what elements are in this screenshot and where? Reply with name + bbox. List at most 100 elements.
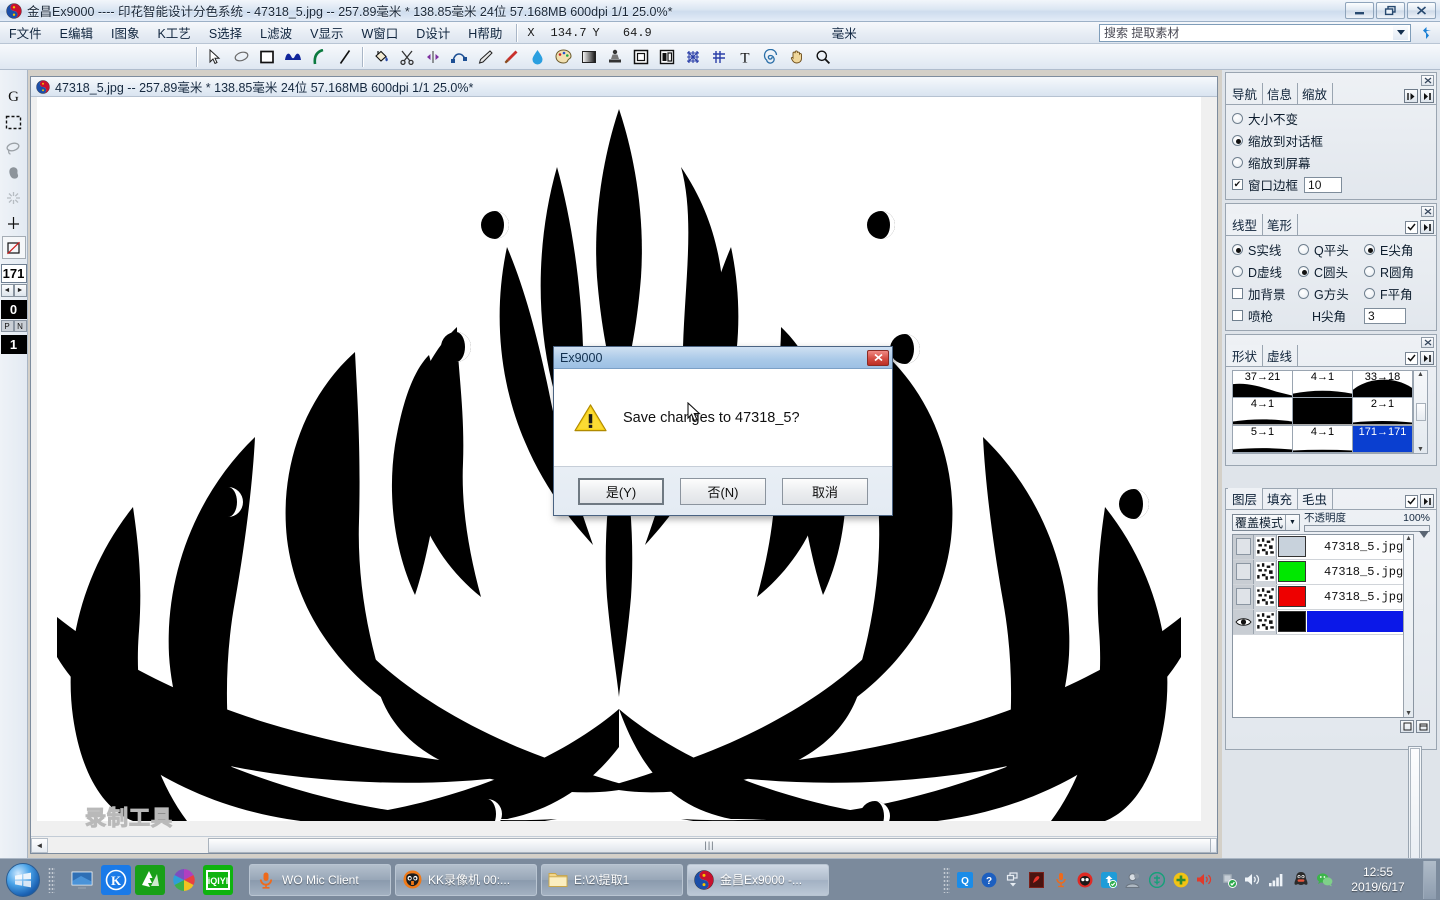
layer-visibility-toggle[interactable] bbox=[1233, 560, 1254, 584]
linetype-expand-icon[interactable] bbox=[1420, 220, 1434, 234]
eye-icon-off[interactable] bbox=[1236, 588, 1251, 605]
pen-icon[interactable] bbox=[473, 46, 497, 68]
pdf-icon[interactable] bbox=[1028, 871, 1045, 888]
radio-bevel-join[interactable] bbox=[1364, 288, 1375, 299]
tab-layers[interactable]: 图层 bbox=[1228, 488, 1263, 509]
search-combobox[interactable]: 搜索 提取素材 bbox=[1099, 24, 1411, 42]
tab-info[interactable]: 信息 bbox=[1263, 83, 1298, 104]
task-kk-recorder[interactable]: KK录像机 00:... bbox=[395, 864, 537, 896]
shape-cell[interactable]: 33→18 bbox=[1353, 371, 1413, 398]
table-row-selected[interactable] bbox=[1233, 610, 1403, 635]
mirror-icon[interactable] bbox=[421, 46, 445, 68]
menu-item-select[interactable]: S选择 bbox=[200, 21, 251, 44]
option-round-cap[interactable]: C圆头 bbox=[1298, 262, 1364, 281]
option-add-background[interactable]: 加背景 bbox=[1232, 284, 1298, 303]
kingsoft-icon[interactable]: K bbox=[101, 865, 131, 895]
marquee-icon[interactable] bbox=[2, 111, 26, 134]
security-icon[interactable] bbox=[1220, 871, 1237, 888]
shape-expand-icon[interactable] bbox=[1420, 351, 1434, 365]
layer-color-swatch[interactable] bbox=[1278, 561, 1306, 582]
checkbox-airbrush[interactable] bbox=[1232, 310, 1243, 321]
option-dashed-line[interactable]: D虚线 bbox=[1232, 262, 1298, 281]
layers-icon[interactable] bbox=[655, 46, 679, 68]
menu-item-design[interactable]: D设计 bbox=[407, 21, 459, 44]
option-square-cap[interactable]: G方头 bbox=[1298, 284, 1364, 303]
grid-icon[interactable] bbox=[707, 46, 731, 68]
menu-item-view[interactable]: V显示 bbox=[301, 21, 352, 44]
polygon-icon[interactable] bbox=[281, 46, 305, 68]
layer-thumbnail[interactable] bbox=[1254, 535, 1277, 559]
radio-round-join[interactable] bbox=[1364, 266, 1375, 277]
radio-fit-dialog[interactable] bbox=[1232, 135, 1243, 146]
hscroll-track[interactable]: ||| bbox=[48, 838, 1200, 853]
blend-mode-select[interactable]: 覆盖模式 ▼ bbox=[1232, 514, 1300, 531]
layer-name[interactable]: 47318_5.jpg bbox=[1306, 540, 1403, 554]
shape-cell[interactable]: 5→1 bbox=[1233, 426, 1293, 453]
layer-list-scrollbar[interactable]: ▲ ▼ bbox=[1403, 535, 1413, 717]
text-icon[interactable]: T bbox=[733, 46, 757, 68]
opacity-control[interactable]: 不透明度 100% bbox=[1304, 513, 1430, 532]
network-signal-icon[interactable] bbox=[1268, 871, 1285, 888]
zoom-icon[interactable] bbox=[811, 46, 835, 68]
shape-enable-checkbox[interactable] bbox=[1405, 352, 1418, 365]
palette-icon[interactable] bbox=[551, 46, 575, 68]
dialog-close-button[interactable] bbox=[867, 350, 889, 366]
window-border-row[interactable]: 窗口边框 10 bbox=[1232, 175, 1430, 194]
shape-cell[interactable]: 37→21 bbox=[1233, 371, 1293, 398]
shape-scroll-up-arrow[interactable]: ▲ bbox=[1417, 371, 1424, 378]
shape-cell-selected[interactable]: 171→171 bbox=[1353, 426, 1413, 453]
tab-linetype[interactable]: 线型 bbox=[1228, 214, 1263, 235]
iqiyi-icon[interactable]: iQIYI bbox=[203, 865, 233, 895]
layers-expand-icon[interactable] bbox=[1420, 494, 1434, 508]
pointer-icon[interactable] bbox=[203, 46, 227, 68]
blob-icon[interactable] bbox=[2, 161, 26, 184]
shape-cell[interactable]: 4→1 bbox=[1233, 398, 1293, 425]
chevron-down-icon[interactable] bbox=[1393, 26, 1408, 40]
layer-scroll-down-arrow[interactable]: ▼ bbox=[1405, 710, 1412, 717]
paint-bucket-icon[interactable] bbox=[369, 46, 393, 68]
curve-icon[interactable] bbox=[307, 46, 331, 68]
zoom-option-keep-size[interactable]: 大小不变 bbox=[1232, 109, 1430, 128]
eye-icon-off[interactable] bbox=[1236, 563, 1251, 580]
foreground-value[interactable]: 0 bbox=[1, 300, 27, 319]
radio-solid-line[interactable] bbox=[1232, 244, 1243, 255]
layer-thumbnail[interactable] bbox=[1254, 585, 1277, 609]
layer-visibility-toggle[interactable] bbox=[1233, 535, 1254, 559]
layer-thumbnail[interactable] bbox=[1254, 560, 1277, 584]
shield-icon[interactable] bbox=[1148, 871, 1165, 888]
table-row[interactable]: 47318_5.jpg bbox=[1233, 560, 1403, 585]
eye-icon[interactable] bbox=[1235, 616, 1252, 628]
search-input[interactable]: 搜索 提取素材 bbox=[1100, 24, 1179, 41]
zoom-panel-close-icon[interactable] bbox=[1421, 75, 1434, 86]
layers-enable-checkbox[interactable] bbox=[1405, 495, 1418, 508]
layer-name[interactable]: 47318_5.jpg bbox=[1306, 590, 1403, 604]
layer-color-swatch[interactable] bbox=[1278, 586, 1306, 607]
shape-cell[interactable]: 4→1 bbox=[1293, 426, 1353, 453]
scroll-left-arrow[interactable]: ◄ bbox=[31, 838, 48, 853]
table-row[interactable]: 47318_5.jpg bbox=[1233, 535, 1403, 560]
document-tab[interactable]: 47318_5.jpg -- 257.89毫米 * 138.85毫米 24位 5… bbox=[31, 77, 1217, 97]
user-icon[interactable] bbox=[1124, 871, 1141, 888]
checkbox-add-background[interactable] bbox=[1232, 288, 1243, 299]
zoom-option-fit-dialog[interactable]: 缩放到对话框 bbox=[1232, 131, 1430, 150]
stepper-left[interactable]: ◄ bbox=[1, 284, 14, 297]
droplet-icon[interactable] bbox=[525, 46, 549, 68]
checkbox-window-border[interactable] bbox=[1232, 179, 1243, 190]
opacity-slider-thumb[interactable] bbox=[1419, 531, 1429, 538]
qq-icon[interactable] bbox=[1292, 871, 1309, 888]
mesh-icon[interactable] bbox=[681, 46, 705, 68]
task-folder[interactable]: E:\2\提取1 bbox=[541, 864, 683, 896]
menu-item-craft[interactable]: K工艺 bbox=[148, 21, 199, 44]
frame-icon[interactable] bbox=[629, 46, 653, 68]
no-button[interactable]: 否(N) bbox=[680, 478, 766, 505]
no-fill-icon[interactable] bbox=[2, 236, 26, 259]
stepper-right[interactable]: ► bbox=[14, 284, 27, 297]
shape-scroll-thumb[interactable] bbox=[1416, 403, 1426, 421]
update-icon[interactable] bbox=[1100, 871, 1117, 888]
layer-color-swatch[interactable] bbox=[1278, 536, 1306, 557]
start-button[interactable] bbox=[6, 863, 40, 897]
dock-scroll-thumb[interactable] bbox=[1410, 748, 1420, 876]
node-edit-icon[interactable] bbox=[447, 46, 471, 68]
stamp-icon[interactable] bbox=[603, 46, 627, 68]
linetype-panel-close-icon[interactable] bbox=[1421, 206, 1434, 217]
